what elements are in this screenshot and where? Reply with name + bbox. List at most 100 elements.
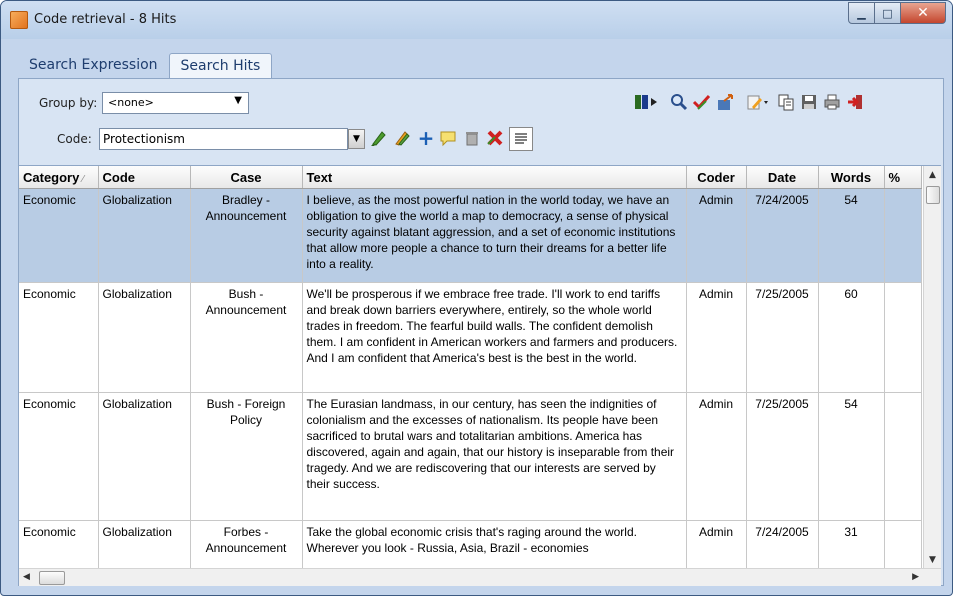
close-icon: ✕ (917, 5, 929, 21)
code-value: Protectionism (103, 132, 185, 146)
column-header-case[interactable]: Case (190, 166, 303, 189)
save-icon (802, 95, 816, 109)
column-header-label: Text (306, 169, 333, 185)
cell-text: I believe, as the most powerful nation i… (302, 188, 687, 283)
cell-case: Bradley - Announcement (190, 188, 303, 283)
remove-code-button[interactable] (485, 128, 505, 148)
column-header-percent[interactable]: % (884, 166, 922, 189)
column-header-code[interactable]: Code (98, 166, 191, 189)
title-bar[interactable]: Code retrieval - 8 Hits ▁ □ ✕ (1, 1, 952, 39)
cell-coder: Admin (686, 282, 747, 393)
export-icon (718, 94, 733, 110)
export-button[interactable] (716, 92, 736, 112)
cell-percent (884, 392, 922, 521)
column-header-date[interactable]: Date (746, 166, 819, 189)
minimize-button[interactable]: ▁ (848, 2, 875, 24)
table-row[interactable]: Economic Globalization Bush - Announceme… (19, 282, 922, 393)
horizontal-scroll-thumb[interactable] (39, 571, 65, 585)
column-header-label: Date (767, 169, 797, 185)
tab-search-expression[interactable]: Search Expression (18, 53, 169, 78)
cell-coder: Admin (686, 392, 747, 521)
close-button[interactable]: ✕ (901, 2, 946, 24)
magnifier-icon (671, 94, 688, 111)
code-retrieval-window: Code retrieval - 8 Hits ▁ □ ✕ Search Exp… (0, 0, 953, 596)
edit-menu-button[interactable] (745, 92, 771, 112)
search-hits-panel: Group by: <none> ▼ Code: Protectionism ▼… (18, 78, 944, 586)
chevron-down-icon: ▼ (353, 134, 360, 144)
checkmark-icon (692, 94, 711, 110)
zoom-button[interactable] (669, 92, 689, 112)
columns-icon (635, 95, 657, 109)
check-button[interactable] (692, 92, 712, 112)
highlight-multi-button[interactable] (392, 128, 412, 148)
column-header-coder[interactable]: Coder (686, 166, 747, 189)
printer-icon (824, 94, 840, 110)
cell-words: 54 (818, 188, 885, 283)
column-header-label: Coder (697, 169, 735, 185)
edit-icon (747, 95, 768, 110)
cell-words: 60 (818, 282, 885, 393)
group-by-select[interactable]: <none> ▼ (102, 92, 249, 114)
marker-multi-icon (395, 131, 410, 146)
column-header-category[interactable]: Category ⁄ (19, 166, 99, 189)
trash-icon (466, 132, 478, 146)
code-field[interactable]: Protectionism (99, 128, 348, 150)
search-hits-grid: Category ⁄ Code Case Text Coder Date Word… (19, 165, 941, 586)
table-row[interactable]: Economic Globalization Bradley - Announc… (19, 188, 922, 283)
scroll-left-icon[interactable]: ◀ (23, 569, 30, 586)
horizontal-scrollbar[interactable]: ◀ ▶ (19, 568, 941, 586)
text-lines-icon (515, 133, 527, 144)
save-button[interactable] (799, 92, 819, 112)
group-by-value: <none> (108, 96, 154, 109)
text-view-toggle[interactable] (509, 127, 533, 151)
highlight-green-button[interactable] (369, 128, 389, 148)
marker-green-icon (371, 131, 386, 146)
cell-percent (884, 282, 922, 393)
tab-search-hits[interactable]: Search Hits (168, 53, 273, 78)
chevron-down-icon: ▼ (234, 95, 242, 106)
delete-button[interactable] (462, 128, 482, 148)
maximize-button[interactable]: □ (875, 2, 901, 24)
cell-code: Globalization (98, 392, 191, 521)
column-header-label: Category (23, 169, 80, 185)
sort-indicator-icon: ⁄ (82, 173, 85, 185)
add-code-button[interactable]: + (416, 126, 436, 150)
column-header-label: % (888, 169, 901, 185)
column-header-label: Words (830, 169, 872, 185)
vertical-scrollbar[interactable]: ▲ ▼ (923, 166, 941, 569)
cell-words: 54 (818, 392, 885, 521)
cell-date: 7/24/2005 (746, 188, 819, 283)
app-icon (10, 11, 28, 29)
column-header-label: Code (102, 169, 136, 185)
print-button[interactable] (822, 92, 842, 112)
copy-button[interactable] (776, 92, 796, 112)
vertical-scroll-thumb[interactable] (926, 186, 940, 204)
scroll-down-icon[interactable]: ▼ (924, 551, 941, 569)
cell-case: Bush - Foreign Policy (190, 392, 303, 521)
code-label: Code: (57, 132, 92, 146)
group-by-label: Group by: (39, 96, 98, 110)
exit-button[interactable] (845, 92, 865, 112)
column-header-label: Case (230, 169, 262, 185)
plus-icon: + (417, 126, 435, 150)
cell-date: 7/25/2005 (746, 282, 819, 393)
cell-percent (884, 188, 922, 283)
columns-button[interactable] (633, 92, 661, 112)
cell-date: 7/25/2005 (746, 392, 819, 521)
column-header-text[interactable]: Text (302, 166, 687, 189)
code-dropdown-button[interactable]: ▼ (348, 129, 365, 149)
grid-header-row: Category ⁄ Code Case Text Coder Date Word… (19, 166, 922, 189)
cell-text: The Eurasian landmass, in our century, h… (302, 392, 687, 521)
maximize-icon: □ (882, 6, 893, 20)
table-row[interactable]: Economic Globalization Bush - Foreign Po… (19, 392, 922, 521)
exit-icon (848, 95, 862, 109)
cell-case: Bush - Announcement (190, 282, 303, 393)
cell-category: Economic (19, 188, 99, 283)
copy-icon (778, 94, 794, 111)
cell-code: Globalization (98, 282, 191, 393)
red-x-icon (487, 130, 503, 146)
column-header-words[interactable]: Words (818, 166, 885, 189)
comment-button[interactable] (438, 128, 458, 148)
scroll-right-icon[interactable]: ▶ (912, 569, 919, 586)
scroll-up-icon[interactable]: ▲ (924, 166, 941, 184)
